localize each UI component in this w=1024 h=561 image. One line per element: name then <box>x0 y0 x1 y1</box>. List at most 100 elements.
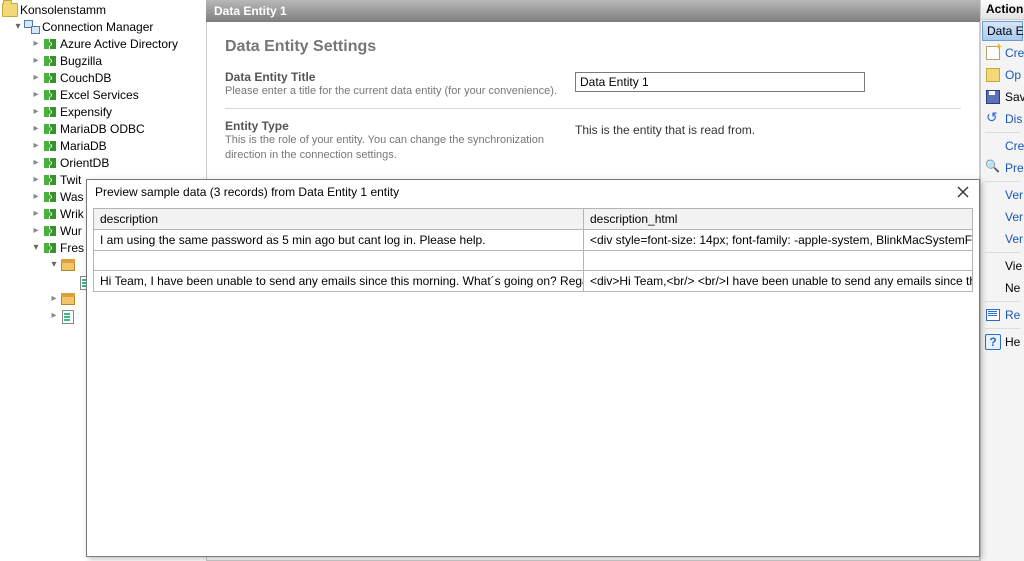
action-view[interactable]: Vie <box>981 255 1024 277</box>
close-button[interactable] <box>955 184 971 200</box>
expand-icon[interactable] <box>48 259 60 270</box>
actions-panel: Actions Data En Cre Op Sav Dis Cre Pre V… <box>980 0 1024 561</box>
tree-item-label: OrientDB <box>60 156 109 170</box>
puzzle-icon <box>42 241 58 255</box>
action-verify[interactable]: Ver <box>981 184 1024 206</box>
table-row[interactable]: Hi Team, I have been unable to send any … <box>94 271 973 292</box>
puzzle-icon <box>42 173 58 187</box>
tree-item[interactable]: CouchDB <box>2 69 206 86</box>
puzzle-icon <box>42 105 58 119</box>
action-rename[interactable]: Re <box>981 304 1024 326</box>
expand-icon[interactable] <box>12 21 24 32</box>
field-entity-title: Data Entity Title Please enter a title f… <box>225 70 961 109</box>
expand-icon[interactable] <box>30 174 42 185</box>
puzzle-icon <box>42 190 58 204</box>
separator <box>985 301 1020 302</box>
expand-icon[interactable] <box>30 55 42 66</box>
tree-item[interactable]: MariaDB <box>2 137 206 154</box>
expand-icon[interactable] <box>30 106 42 117</box>
action-preview[interactable]: Pre <box>981 157 1024 179</box>
puzzle-icon <box>42 139 58 153</box>
tree-item[interactable]: Excel Services <box>2 86 206 103</box>
tree-cm-label: Connection Manager <box>42 20 153 34</box>
action-save[interactable]: Sav <box>981 86 1024 108</box>
separator <box>985 181 1020 182</box>
expand-icon[interactable] <box>30 157 42 168</box>
field-label: Entity Type <box>225 119 575 133</box>
tree-item-label: MariaDB ODBC <box>60 122 145 136</box>
tree-item[interactable]: Expensify <box>2 103 206 120</box>
tree-item-label: Wur <box>60 224 82 238</box>
action-discard[interactable]: Dis <box>981 108 1024 130</box>
tree-item-label: Expensify <box>60 105 112 119</box>
table-row[interactable] <box>94 251 973 271</box>
puzzle-icon <box>42 207 58 221</box>
tree-item-label: Twit <box>60 173 81 187</box>
expand-icon[interactable] <box>30 72 42 83</box>
new-icon <box>985 45 1001 61</box>
tree-item-label: Wrik <box>60 207 84 221</box>
undo-icon <box>985 111 1001 127</box>
close-icon <box>957 186 969 198</box>
expand-icon[interactable] <box>30 38 42 49</box>
puzzle-icon <box>42 54 58 68</box>
tree-item[interactable]: MariaDB ODBC <box>2 120 206 137</box>
datasource-icon <box>60 292 76 306</box>
table-row[interactable]: I am using the same password as 5 min ag… <box>94 230 973 251</box>
expand-icon[interactable] <box>48 310 60 321</box>
tree-root[interactable]: Konsolenstamm <box>2 1 206 18</box>
save-icon <box>985 89 1001 105</box>
action-new[interactable]: Ne <box>981 277 1024 299</box>
action-verify2[interactable]: Ver <box>981 206 1024 228</box>
expand-icon[interactable] <box>30 123 42 134</box>
cell: Hi Team, I have been unable to send any … <box>94 271 584 292</box>
expand-icon[interactable] <box>30 225 42 236</box>
action-verify3[interactable]: Ver <box>981 228 1024 250</box>
action-help[interactable]: He <box>981 331 1024 353</box>
cell: I am using the same password as 5 min ag… <box>94 230 584 251</box>
preview-table: description description_html I am using … <box>93 208 973 292</box>
cell: <div style=font-size: 14px; font-family:… <box>584 230 973 251</box>
puzzle-icon <box>42 122 58 136</box>
expand-icon[interactable] <box>48 293 60 304</box>
section-title: Data Entity Settings <box>225 38 961 56</box>
action-create2[interactable]: Cre <box>981 135 1024 157</box>
separator <box>985 328 1020 329</box>
spacer-icon <box>985 231 1001 247</box>
expand-icon[interactable] <box>30 191 42 202</box>
tree-root-label: Konsolenstamm <box>20 3 106 17</box>
tree-connection-manager[interactable]: Connection Manager <box>2 18 206 35</box>
spacer-icon <box>985 280 1001 296</box>
entity-title-input[interactable] <box>575 72 865 92</box>
column-header[interactable]: description <box>94 209 584 230</box>
tree-item-label: Bugzilla <box>60 54 102 68</box>
field-description: This is the role of your entity. You can… <box>225 133 575 162</box>
expand-icon[interactable] <box>30 242 42 253</box>
cell <box>94 251 584 271</box>
action-open[interactable]: Op <box>981 64 1024 86</box>
expand-icon[interactable] <box>30 208 42 219</box>
expand-icon[interactable] <box>30 140 42 151</box>
folder-icon <box>2 3 18 17</box>
column-header[interactable]: description_html <box>584 209 973 230</box>
tree-item-label: Fres <box>60 241 84 255</box>
datasource-icon <box>60 258 76 272</box>
content-header: Data Entity 1 <box>206 0 980 22</box>
action-create[interactable]: Cre <box>981 42 1024 64</box>
tree-item-label: CouchDB <box>60 71 111 85</box>
rename-icon <box>985 307 1001 323</box>
tree-item[interactable]: Azure Active Directory <box>2 35 206 52</box>
dialog-titlebar: Preview sample data (3 records) from Dat… <box>87 180 979 204</box>
entity-icon <box>60 309 76 323</box>
tree-item-label: MariaDB <box>60 139 107 153</box>
tree-item-label: Azure Active Directory <box>60 37 178 51</box>
expand-icon[interactable] <box>30 89 42 100</box>
cell: <div>Hi Team,<br/> <br/>I have been unab… <box>584 271 973 292</box>
spacer-icon <box>985 138 1001 154</box>
tree-item[interactable]: OrientDB <box>2 154 206 171</box>
tree-item[interactable]: Bugzilla <box>2 52 206 69</box>
puzzle-icon <box>42 88 58 102</box>
tree-item-label: Was <box>60 190 84 204</box>
field-entity-type: Entity Type This is the role of your ent… <box>225 119 961 172</box>
puzzle-icon <box>42 37 58 51</box>
